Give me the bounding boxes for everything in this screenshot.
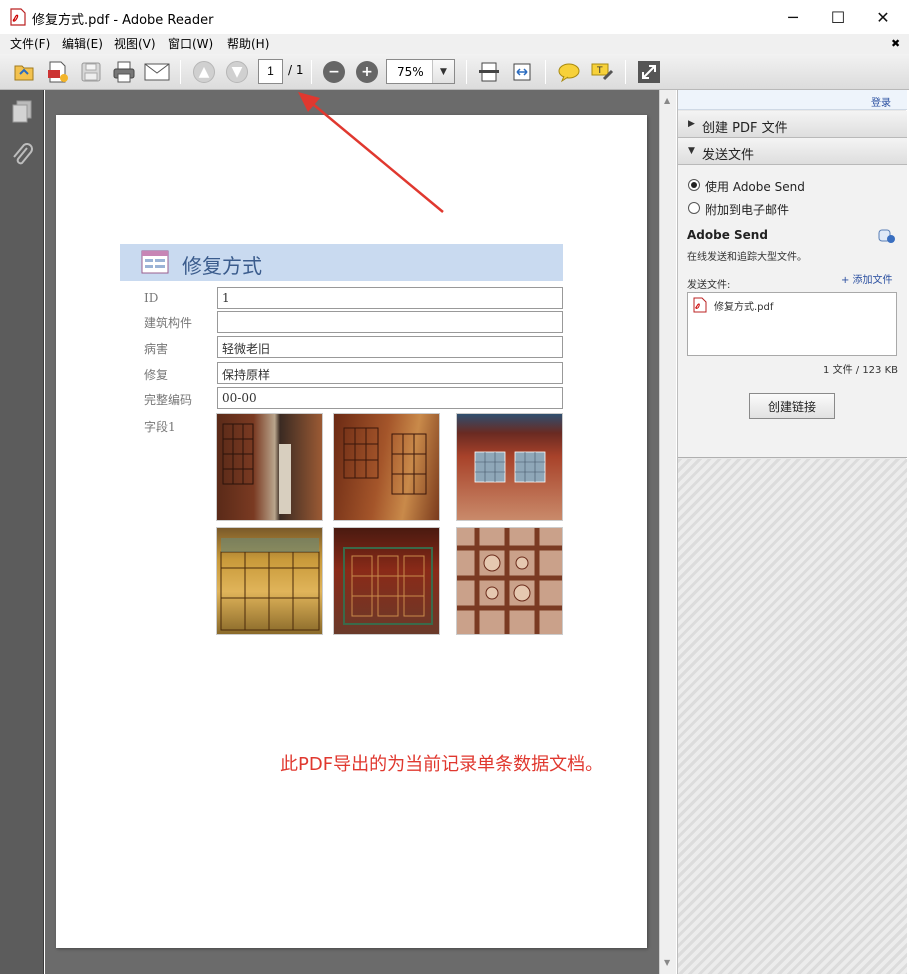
email-icon[interactable] — [144, 59, 170, 85]
field-value-component — [217, 311, 563, 333]
send-file-label: 发送文件: — [687, 280, 731, 291]
send-files-panel: 使用 Adobe Send 附加到电子邮件 Adobe Send 在线发送和追踪… — [678, 165, 907, 458]
file-name: 修复方式.pdf — [714, 302, 774, 313]
photo-thumbnail — [456, 527, 563, 635]
photo-thumbnail — [216, 527, 323, 635]
radio-adobe-send[interactable] — [688, 179, 700, 191]
create-link-button[interactable]: 创建链接 — [749, 393, 835, 419]
field-value-code: 00-00 — [217, 387, 563, 409]
add-file-link[interactable]: + 添加文件 — [841, 271, 893, 286]
right-tool-pane: 登录 ▶ 创建 PDF 文件 ▼ 发送文件 使用 Adobe Send 附加到电… — [677, 90, 907, 974]
menu-bar: 文件(F) 编辑(E) 视图(V) 窗口(W) 帮助(H) ✖ — [0, 34, 909, 54]
zoom-out-icon[interactable]: − — [321, 59, 347, 85]
photo-thumbnail — [456, 413, 563, 521]
field-label-code: 完整编码 — [144, 393, 193, 407]
menu-view[interactable]: 视图(V) — [110, 34, 160, 54]
field-text: 1 — [222, 291, 230, 305]
toolbar-separator — [180, 60, 181, 84]
login-row: 登录 — [678, 90, 907, 110]
print-icon[interactable] — [111, 59, 137, 85]
form-title: 修复方式 — [182, 254, 262, 278]
empty-pane-area — [678, 459, 907, 974]
menu-file[interactable]: 文件(F) — [6, 34, 54, 54]
page-thumbnails-icon[interactable] — [11, 100, 33, 128]
toolbar-separator — [466, 60, 467, 84]
open-file-icon[interactable] — [11, 59, 37, 85]
attachments-icon[interactable] — [11, 142, 33, 172]
fit-width-icon[interactable] — [509, 59, 535, 85]
field-value-repair: 保持原样 — [217, 362, 563, 384]
photo-thumbnail — [333, 527, 440, 635]
menu-window[interactable]: 窗口(W) — [164, 34, 217, 54]
adobe-send-title: Adobe Send — [687, 228, 768, 242]
save-icon[interactable] — [78, 59, 104, 85]
annotation-arrow — [298, 92, 444, 213]
vertical-scrollbar[interactable]: ▲ ▼ — [659, 90, 676, 974]
field-text: 00-00 — [222, 391, 257, 405]
zoom-in-icon[interactable]: + — [354, 59, 380, 85]
zoom-value: 75% — [397, 65, 424, 79]
scroll-up-icon[interactable]: ▲ — [664, 96, 670, 105]
window-title: 修复方式.pdf - Adobe Reader — [32, 13, 214, 28]
toolbar-separator — [545, 60, 546, 84]
annotation-text: 此PDF导出的为当前记录单条数据文档。 — [280, 754, 604, 775]
chevron-right-icon: ▶ — [688, 119, 695, 129]
radio-email[interactable] — [688, 202, 700, 214]
minimize-button[interactable]: ─ — [770, 0, 816, 34]
adobe-send-description: 在线发送和追踪大型文件。 — [687, 252, 807, 263]
title-bar: 修复方式.pdf - Adobe Reader ─ ☐ ✕ — [0, 0, 909, 34]
chevron-down-icon: ▼ — [688, 146, 695, 156]
adobe-send-icon — [878, 228, 896, 248]
option-email-label[interactable]: 附加到电子邮件 — [705, 201, 789, 218]
create-link-label: 创建链接 — [767, 399, 816, 414]
scroll-down-icon[interactable]: ▼ — [664, 958, 670, 967]
navigation-pane — [0, 90, 44, 974]
page-number-input[interactable]: 1 — [258, 59, 283, 84]
photo-thumbnail — [333, 413, 440, 521]
maximize-button[interactable]: ☐ — [815, 0, 861, 34]
field-value-damage: 轻微老旧 — [217, 336, 563, 358]
comment-icon[interactable] — [556, 59, 582, 85]
field-label-damage: 病害 — [144, 342, 169, 356]
toolbar-separator — [311, 60, 312, 84]
field-label-id: ID — [144, 291, 159, 305]
create-pdf-label: 创建 PDF 文件 — [702, 121, 788, 136]
svg-text:T: T — [596, 66, 603, 76]
form-icon — [141, 250, 169, 278]
page-total: / 1 — [288, 63, 304, 77]
previous-page-icon[interactable]: ▲ — [191, 59, 217, 85]
chevron-down-icon[interactable]: ▼ — [432, 60, 454, 83]
close-document-icon[interactable]: ✖ — [887, 34, 904, 54]
photo-thumbnail — [216, 413, 323, 521]
field-value-id: 1 — [217, 287, 563, 309]
create-pdf-icon[interactable] — [45, 59, 71, 85]
close-button[interactable]: ✕ — [860, 0, 906, 34]
pdf-app-icon — [10, 8, 26, 26]
field-text: 保持原样 — [222, 368, 271, 382]
menu-help[interactable]: 帮助(H) — [223, 34, 273, 54]
field-label-component: 建筑构件 — [144, 316, 193, 330]
field-label-repair: 修复 — [144, 368, 169, 382]
send-files-label: 发送文件 — [702, 148, 755, 163]
option-adobe-send-label[interactable]: 使用 Adobe Send — [705, 178, 805, 195]
file-list[interactable]: 修复方式.pdf — [687, 292, 897, 356]
create-pdf-panel-header[interactable]: ▶ 创建 PDF 文件 — [678, 111, 907, 138]
field-text: 轻微老旧 — [222, 342, 271, 356]
adobe-reader-window: 修复方式.pdf - Adobe Reader ─ ☐ ✕ 文件(F) 编辑(E… — [0, 0, 909, 978]
zoom-select[interactable]: 75% ▼ — [386, 59, 455, 84]
menu-edit[interactable]: 编辑(E) — [58, 34, 107, 54]
file-summary: 1 文件 / 123 KB — [823, 365, 898, 376]
pdf-file-icon — [693, 297, 707, 317]
fit-page-icon[interactable] — [476, 59, 502, 85]
send-files-panel-header[interactable]: ▼ 发送文件 — [678, 138, 907, 165]
highlight-icon[interactable]: T — [589, 59, 615, 85]
toolbar-separator — [625, 60, 626, 84]
next-page-icon[interactable]: ▼ — [224, 59, 250, 85]
field-label-attachment: 字段1 — [144, 420, 176, 434]
fullscreen-icon[interactable] — [636, 59, 662, 85]
login-link[interactable]: 登录 — [871, 94, 891, 109]
